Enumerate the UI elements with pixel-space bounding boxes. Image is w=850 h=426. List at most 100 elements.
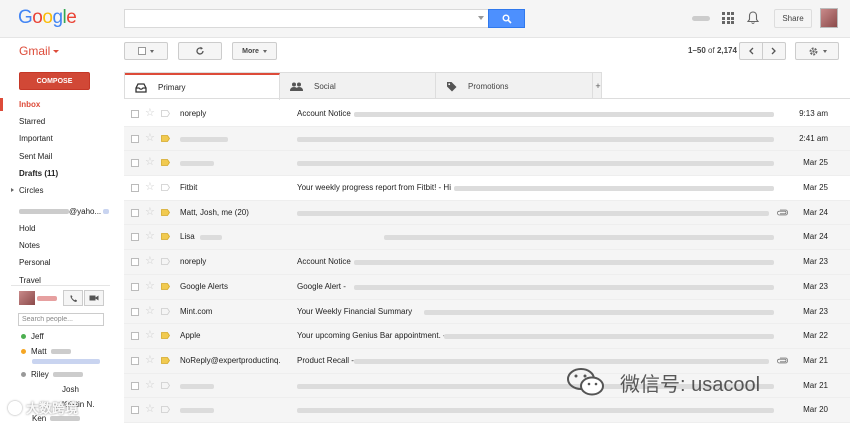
importance-marker-icon[interactable] [161, 233, 170, 241]
email-checkbox[interactable] [131, 233, 139, 242]
email-subject: Account Notice [297, 257, 351, 267]
notifications-bell-icon[interactable] [747, 11, 759, 25]
star-icon[interactable]: ☆ [145, 255, 155, 267]
sidebar-item-inbox[interactable]: Inbox [0, 96, 115, 113]
email-date: Mar 23 [803, 306, 828, 316]
compose-button[interactable]: COMPOSE [19, 72, 90, 90]
star-icon[interactable]: ☆ [145, 206, 155, 218]
email-date: Mar 25 [803, 158, 828, 168]
star-icon[interactable]: ☆ [145, 280, 155, 292]
hangouts-contact[interactable]: Riley [21, 370, 83, 379]
sidebar-label-personal[interactable]: Personal [0, 254, 115, 271]
email-checkbox[interactable] [131, 159, 139, 168]
sidebar-item-drafts[interactable]: Drafts (11) [0, 165, 115, 182]
hangouts-user-blurred[interactable] [37, 296, 57, 301]
more-button[interactable]: More [232, 42, 277, 60]
apps-grid-icon[interactable] [722, 12, 734, 24]
search-box[interactable] [124, 9, 488, 28]
email-checkbox[interactable] [131, 134, 139, 143]
tab-promotions[interactable]: Promotions [436, 73, 593, 99]
star-icon[interactable]: ☆ [145, 181, 155, 193]
google-logo[interactable]: Google [18, 7, 77, 29]
star-icon[interactable]: ☆ [145, 305, 155, 317]
sidebar-item-sent-mail[interactable]: Sent Mail [0, 148, 115, 165]
importance-marker-icon[interactable] [161, 282, 170, 290]
gmail-menu[interactable]: Gmail [19, 44, 60, 58]
email-checkbox[interactable] [131, 332, 139, 341]
share-button[interactable]: Share [774, 9, 812, 28]
star-icon[interactable]: ☆ [145, 354, 155, 366]
importance-marker-icon[interactable] [161, 332, 170, 340]
importance-marker-icon[interactable] [161, 356, 170, 364]
settings-button[interactable] [795, 42, 839, 60]
email-row[interactable]: ☆ Google Alerts Google Alert - Mar 23 [124, 274, 850, 300]
email-row[interactable]: ☆ Mar 25 [124, 151, 850, 177]
search-people-input[interactable] [18, 313, 104, 326]
expand-arrow-icon[interactable] [11, 187, 14, 192]
account-name-blurred[interactable] [692, 16, 710, 21]
hangouts-contact[interactable]: Matt [21, 347, 71, 356]
refresh-button[interactable] [178, 42, 222, 60]
email-checkbox[interactable] [131, 184, 139, 193]
tab-social[interactable]: Social [280, 73, 436, 99]
hangouts-video-button[interactable] [84, 290, 104, 306]
sidebar-item-circles[interactable]: Circles [0, 182, 115, 199]
email-row[interactable]: ☆ Fitbit Your weekly progress report from … [124, 176, 850, 201]
sidebar-label-notes[interactable]: Notes [0, 237, 115, 254]
importance-marker-icon[interactable] [161, 184, 170, 191]
email-checkbox[interactable] [131, 381, 139, 390]
search-button[interactable] [488, 9, 525, 28]
importance-marker-icon[interactable] [161, 110, 170, 117]
hangouts-contact[interactable]: Jeff [21, 332, 44, 341]
select-button[interactable] [124, 42, 168, 60]
star-icon[interactable]: ☆ [145, 403, 155, 415]
email-checkbox[interactable] [131, 307, 139, 316]
email-row[interactable]: ☆ Matt, Josh, me (20) Mar 24 [124, 200, 850, 226]
hangouts-contact[interactable]: Josh [62, 385, 79, 394]
email-row[interactable]: ☆ Apple Your upcoming Genius Bar appointme… [124, 324, 850, 349]
sidebar-item-important[interactable]: Important [0, 130, 115, 147]
older-page-button[interactable] [762, 42, 786, 60]
star-icon[interactable]: ☆ [145, 230, 155, 242]
sidebar-label-hold[interactable]: Hold [0, 220, 115, 237]
email-checkbox[interactable] [131, 110, 139, 118]
hangouts-avatar[interactable] [19, 291, 35, 305]
email-checkbox[interactable] [131, 208, 139, 217]
importance-marker-icon[interactable] [161, 134, 170, 142]
importance-marker-icon[interactable] [161, 208, 170, 216]
importance-marker-icon[interactable] [161, 159, 170, 167]
importance-marker-icon[interactable] [161, 307, 170, 315]
star-icon[interactable]: ☆ [145, 107, 155, 119]
email-row[interactable]: ☆ noreply Account Notice 9:13 am [124, 102, 850, 127]
search-options-icon[interactable] [478, 16, 484, 20]
add-tab-button[interactable]: + [593, 73, 603, 99]
star-icon[interactable]: ☆ [145, 156, 155, 168]
star-icon[interactable]: ☆ [145, 132, 155, 144]
newer-page-button[interactable] [739, 42, 763, 60]
tab-primary[interactable]: Primary [125, 73, 280, 100]
email-checkbox[interactable] [131, 258, 139, 267]
email-subject: Your Weekly Financial Summary [297, 306, 413, 316]
star-icon[interactable]: ☆ [145, 379, 155, 391]
hangouts-call-button[interactable] [63, 290, 83, 306]
tab-primary-label: Primary [158, 83, 186, 92]
importance-marker-icon[interactable] [161, 406, 170, 414]
email-row[interactable]: ☆ 2:41 am [124, 126, 850, 152]
sidebar-item-starred[interactable]: Starred [0, 113, 115, 130]
profile-avatar[interactable] [820, 8, 838, 28]
sidebar-label-travel[interactable]: Travel [0, 272, 115, 289]
video-camera-icon [89, 295, 99, 301]
sidebar-account[interactable]: @yaho... [19, 207, 110, 216]
email-row[interactable]: ☆ Mint.com Your Weekly Financial Summary Ma… [124, 299, 850, 325]
search-input[interactable] [125, 10, 488, 27]
email-checkbox[interactable] [131, 356, 139, 365]
email-row[interactable]: ☆ noreply Account Notice Mar 23 [124, 250, 850, 275]
importance-marker-icon[interactable] [161, 258, 170, 266]
star-icon[interactable]: ☆ [145, 329, 155, 341]
email-row[interactable]: ☆ Lisa Mar 24 [124, 225, 850, 251]
email-checkbox[interactable] [131, 406, 139, 415]
email-row[interactable]: ☆ Mar 20 [124, 398, 850, 423]
search-icon [502, 14, 512, 24]
email-checkbox[interactable] [131, 282, 139, 291]
importance-marker-icon[interactable] [161, 381, 170, 389]
